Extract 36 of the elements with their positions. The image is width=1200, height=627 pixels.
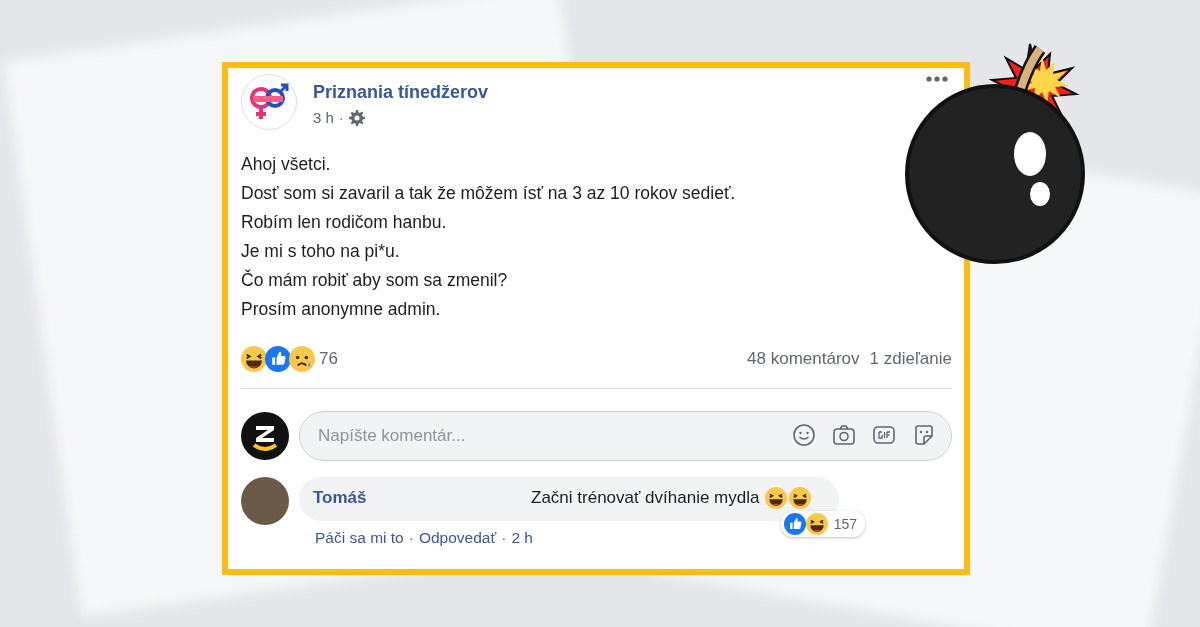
post-text-line: Je mi s toho na pi*u. <box>241 240 401 263</box>
post-text-line: Prosím anonymne admin. <box>241 298 442 321</box>
comment-time[interactable]: 2 h <box>511 529 533 547</box>
laughing-emoji-icon <box>765 487 788 509</box>
smiley-icon[interactable] <box>792 423 816 447</box>
gear-icon[interactable] <box>348 109 365 126</box>
comment-author[interactable]: Tomáš <box>313 488 531 508</box>
laugh-icon <box>805 513 828 535</box>
reaction-count[interactable]: 76 <box>319 349 338 369</box>
separator-dot: · <box>338 109 344 126</box>
separator-dot: · <box>408 529 414 547</box>
comment-text: Začni trénovať dvíhanie mydla <box>531 488 760 508</box>
like-icon <box>783 513 806 535</box>
post-text-line: Čo mám robiť aby som sa zmenil? <box>241 268 509 292</box>
more-options-icon[interactable] <box>926 76 948 82</box>
comment-input-field[interactable]: Napíšte komentár... <box>299 411 952 461</box>
camera-icon[interactable] <box>832 423 856 447</box>
avatar-photo <box>241 477 289 525</box>
post-text-line: Robím len rodičom hanbu. <box>241 211 448 234</box>
post-text-line: Dosť som si zavaril a tak že môžem ísť na 3 az 10 rokov sedieť. <box>241 182 737 205</box>
like-icon <box>265 346 291 372</box>
sad-icon <box>289 346 315 372</box>
laughing-emoji-icon <box>789 487 812 509</box>
separator-dot: · <box>501 529 507 547</box>
comments-count[interactable]: 48 komentárov <box>747 349 860 369</box>
sticker-icon[interactable] <box>912 423 936 447</box>
post-time[interactable]: 3 h <box>313 109 334 126</box>
page-name[interactable]: Priznania tínedžerov <box>313 82 489 103</box>
comment-action-link[interactable]: Páči sa mi to <box>315 529 404 547</box>
post-text-line: Ahoj všetci. <box>241 153 332 176</box>
shares-count[interactable]: 1 zdieľanie <box>869 349 952 369</box>
user-avatar-icon <box>241 412 289 460</box>
laugh-icon <box>241 346 267 372</box>
reaction-badge[interactable]: 157 <box>780 511 865 537</box>
comment-action-link[interactable]: Odpovedať <box>418 529 497 547</box>
gif-icon[interactable] <box>872 423 896 447</box>
